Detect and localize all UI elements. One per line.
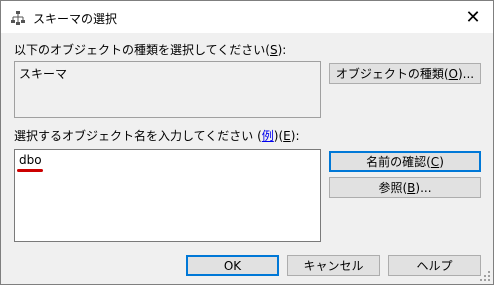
browse-accel: B xyxy=(407,180,416,195)
object-types-button-accel: O xyxy=(448,66,458,81)
schema-icon xyxy=(11,11,25,25)
object-names-label-mid: )( xyxy=(273,129,284,143)
object-types-label-text: 以下のオブジェクトの種類を選択してください( xyxy=(14,43,270,57)
object-types-button[interactable]: オブジェクトの種類(O)... xyxy=(329,63,481,84)
browse-text: 参照( xyxy=(378,181,408,195)
title-bar: スキーマの選択 ✕ xyxy=(1,1,493,33)
check-names-accel: C xyxy=(430,154,440,169)
object-names-label-text: 選択するオブジェクト名を入力してください ( xyxy=(14,129,262,143)
object-types-button-suffix: )... xyxy=(458,66,475,81)
object-names-label-suffix: ): xyxy=(290,129,300,143)
red-annotation-underline xyxy=(17,169,43,172)
object-types-label: 以下のオブジェクトの種類を選択してください(S): xyxy=(14,41,286,58)
object-names-value: dbo xyxy=(19,153,42,167)
close-icon: ✕ xyxy=(465,6,481,28)
ok-button[interactable]: OK xyxy=(186,255,279,276)
object-types-label-suffix: ): xyxy=(277,43,287,57)
select-schema-dialog: スキーマの選択 ✕ 以下のオブジェクトの種類を選択してください(S): スキーマ… xyxy=(0,0,494,285)
object-types-field: スキーマ xyxy=(14,61,321,118)
cancel-button[interactable]: キャンセル xyxy=(287,255,380,276)
resize-grip-icon[interactable] xyxy=(479,270,491,282)
object-names-input[interactable]: dbo xyxy=(14,149,321,242)
browse-button[interactable]: 参照(B)... xyxy=(329,177,481,198)
help-button[interactable]: ヘルプ xyxy=(388,255,481,276)
check-names-button[interactable]: 名前の確認(C) xyxy=(329,151,481,172)
examples-link[interactable]: 例 xyxy=(262,129,274,143)
close-button[interactable]: ✕ xyxy=(453,1,493,33)
check-names-suffix: ) xyxy=(439,154,444,169)
object-names-label-accel: E xyxy=(283,129,291,143)
object-types-button-text: オブジェクトの種類( xyxy=(335,67,449,81)
window-title: スキーマの選択 xyxy=(33,12,118,26)
object-types-label-accel: S xyxy=(269,43,278,57)
object-types-value: スキーマ xyxy=(19,67,68,81)
browse-suffix: )... xyxy=(415,180,432,195)
object-names-label: 選択するオブジェクト名を入力してください (例)(E): xyxy=(14,127,300,144)
check-names-text: 名前の確認( xyxy=(366,155,431,169)
